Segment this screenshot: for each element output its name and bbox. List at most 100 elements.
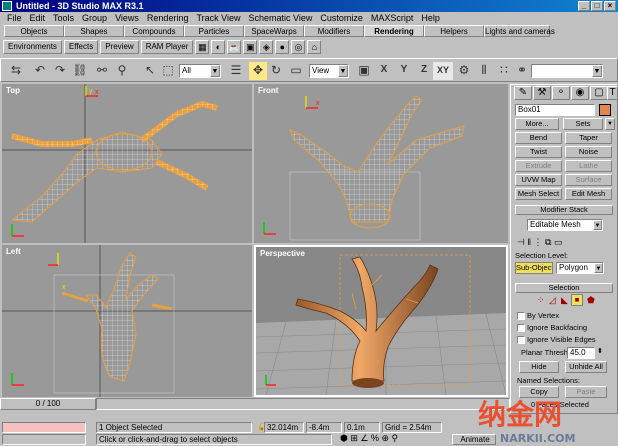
select-link-icon[interactable]: ⛓	[71, 62, 89, 80]
viewport-perspective[interactable]: Perspective	[254, 245, 508, 397]
more-button[interactable]: More...	[515, 118, 559, 130]
noise-button[interactable]: Noise	[565, 146, 612, 158]
unlink-selection-icon[interactable]: ⚯	[93, 62, 111, 80]
named-selection-dropdown[interactable]: ▼	[531, 64, 603, 78]
tab-spacewarps[interactable]: SpaceWarps	[244, 25, 304, 37]
bind-spacewarp-icon[interactable]: ⚲	[113, 62, 131, 80]
bend-button[interactable]: Bend	[515, 132, 562, 144]
preview-button[interactable]: Preview	[100, 40, 139, 54]
quick-render-icon[interactable]: ▣	[243, 40, 258, 54]
viewport-perspective-label[interactable]: Perspective	[260, 249, 305, 258]
object-name-field[interactable]: Box01	[515, 104, 595, 116]
minimize-button[interactable]: _	[578, 1, 590, 11]
viewport-front-label[interactable]: Front	[258, 86, 278, 95]
menu-tools[interactable]: Tools	[49, 12, 78, 24]
extrude-button[interactable]: Extrude	[515, 160, 562, 172]
viewport-left[interactable]: Left x	[2, 245, 252, 397]
reference-coord-dropdown[interactable]: View ▼	[309, 64, 349, 78]
time-slider[interactable]: 0 / 100	[0, 398, 96, 410]
selection-rollout[interactable]: Selection	[515, 283, 613, 293]
element-level-icon[interactable]: ⬟	[587, 295, 595, 306]
align-icon[interactable]: ⚭	[513, 62, 531, 80]
render-icon[interactable]: ◐	[211, 40, 226, 54]
select-region-icon[interactable]: ⬚	[159, 62, 177, 80]
undo-icon[interactable]: ⇆	[7, 62, 25, 80]
ignore-visible-edges-checkbox[interactable]	[517, 336, 525, 344]
modify-tab-icon[interactable]: ⚒	[533, 86, 551, 100]
sub-object-level-dropdown[interactable]: Polygon ▼	[556, 262, 604, 274]
ignore-backfacing-checkbox[interactable]	[517, 324, 525, 332]
tab-shapes[interactable]: Shapes	[64, 25, 124, 37]
menu-track-view[interactable]: Track View	[192, 12, 244, 24]
tab-compounds[interactable]: Compounds	[124, 25, 184, 37]
teapot-icon[interactable]: ☕	[227, 40, 242, 54]
scale-icon[interactable]: ▭	[287, 62, 305, 80]
unlink-icon[interactable]: ↷	[51, 62, 69, 80]
menu-views[interactable]: Views	[111, 12, 143, 24]
menu-rendering[interactable]: Rendering	[143, 12, 193, 24]
edge-level-icon[interactable]: ◿	[549, 295, 556, 306]
maximize-button[interactable]: □	[591, 1, 603, 11]
sub-object-button[interactable]: Sub-Object	[515, 262, 553, 274]
snap-toggle-icon[interactable]: ⬢ ⊞ ∠ % ⊕ ⚲	[338, 434, 448, 445]
by-vertex-checkbox[interactable]	[517, 312, 525, 320]
pin-stack-icon[interactable]: ⊣ ‖ ⋮ ⧉ ▭	[517, 237, 563, 248]
material-icon[interactable]: ●	[275, 40, 290, 54]
surface-button[interactable]: Surface	[565, 174, 612, 186]
render-scene-icon[interactable]: ◈	[259, 40, 274, 54]
create-tab-icon[interactable]: ✎	[514, 86, 532, 100]
effects-button[interactable]: Effects	[63, 40, 99, 54]
tab-lights-and-cameras[interactable]: Lights and cameras	[484, 25, 555, 37]
twist-button[interactable]: Twist	[515, 146, 562, 158]
tab-objects[interactable]: Objects	[4, 25, 64, 37]
maxscript-listener[interactable]	[2, 422, 86, 433]
environments-button[interactable]: Environments	[3, 40, 62, 54]
menu-group[interactable]: Group	[78, 12, 111, 24]
ram-player-button[interactable]: RAM Player	[140, 40, 194, 54]
uvw-map-button[interactable]: UVW Map	[515, 174, 562, 186]
motion-tab-icon[interactable]: ◉	[571, 86, 589, 100]
utilities-tab-icon[interactable]: T	[607, 86, 618, 100]
checker-icon[interactable]: ▦	[195, 40, 210, 54]
tab-helpers[interactable]: Helpers	[424, 25, 484, 37]
tab-particles[interactable]: Particles	[184, 25, 244, 37]
menu-file[interactable]: File	[3, 12, 26, 24]
camera-icon[interactable]: ⌂	[307, 40, 322, 54]
restrict-y-button[interactable]: Y	[395, 62, 413, 80]
sets-dropdown-icon[interactable]: ▼	[605, 118, 615, 130]
selection-filter-dropdown[interactable]: All ▼	[179, 64, 221, 78]
hide-button[interactable]: Hide	[519, 361, 559, 373]
sets-button[interactable]: Sets	[563, 118, 603, 130]
viewport-top-label[interactable]: Top	[6, 86, 20, 95]
mesh-select-button[interactable]: Mesh Select	[515, 188, 562, 200]
tab-modifiers[interactable]: Modifiers	[304, 25, 364, 37]
restrict-z-button[interactable]: Z	[415, 62, 433, 80]
viewport-top[interactable]: Top y x	[2, 84, 252, 243]
menu-help[interactable]: Help	[417, 12, 444, 24]
polygon-level-icon[interactable]: ■	[571, 294, 583, 306]
vertex-level-icon[interactable]: ⁘	[537, 295, 545, 306]
modifier-stack-rollout[interactable]: Modifier Stack	[515, 205, 613, 215]
viewport-front[interactable]: Front x	[254, 84, 508, 243]
inverse-kinematics-icon[interactable]: ⚙	[455, 62, 473, 80]
lathe-button[interactable]: Lathe	[565, 160, 612, 172]
select-object-icon[interactable]: ↖	[141, 62, 159, 80]
planar-thresh-field[interactable]: 45.0	[567, 347, 595, 359]
move-icon[interactable]: ✥	[249, 62, 267, 80]
mirror-icon[interactable]: ⫴	[475, 62, 493, 80]
select-by-name-icon[interactable]: ☰	[227, 62, 245, 80]
hierarchy-tab-icon[interactable]: ⚬	[552, 86, 570, 100]
unhide-all-button[interactable]: Unhide All	[565, 361, 607, 373]
menu-customize[interactable]: Customize	[316, 12, 367, 24]
modifier-stack-dropdown[interactable]: Editable Mesh ▼	[527, 219, 603, 231]
display-tab-icon[interactable]: ▢	[590, 86, 608, 100]
taper-button[interactable]: Taper	[565, 132, 612, 144]
environment-icon[interactable]: ◎	[291, 40, 306, 54]
object-color-swatch[interactable]	[599, 104, 611, 116]
restrict-x-button[interactable]: X	[375, 62, 393, 80]
tab-rendering[interactable]: Rendering	[364, 25, 424, 37]
close-button[interactable]: ×	[604, 1, 616, 11]
spinner-icon[interactable]: ⬍	[597, 347, 603, 355]
menu-edit[interactable]: Edit	[26, 12, 50, 24]
viewport-left-label[interactable]: Left	[6, 247, 21, 256]
